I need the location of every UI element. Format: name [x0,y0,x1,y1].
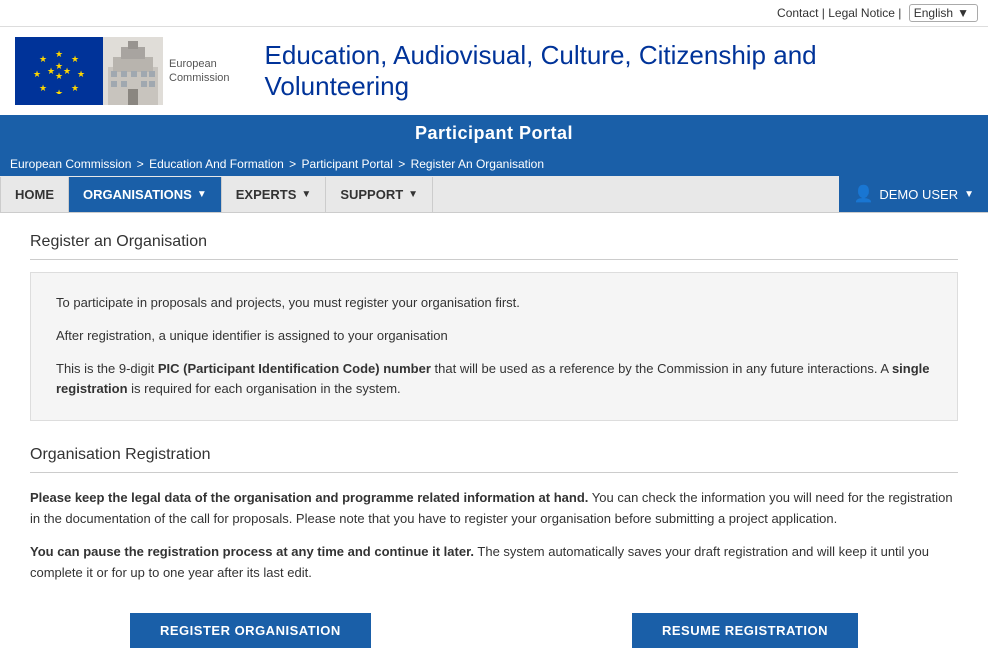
reg-para-2-bold: You can pause the registration process a… [30,544,474,559]
info-para-3-suffix: is required for each organisation in the… [128,381,401,396]
nav-home[interactable]: HOME [0,177,69,212]
separator-1: | [822,6,825,20]
logo-wrapper: ★ ★ ★ ★ ★ ★ ★ ★ ★ ★ ★ ★ [15,37,230,105]
chevron-down-icon: ▼ [301,189,311,200]
nav-experts-label: EXPERTS [236,187,297,202]
pic-bold: PIC (Participant Identification Code) nu… [158,361,431,376]
top-bar: Contact | Legal Notice | English ▼ [0,0,988,27]
header: ★ ★ ★ ★ ★ ★ ★ ★ ★ ★ ★ ★ [0,27,988,115]
main-content: Register an Organisation To participate … [0,213,988,668]
reg-text: Please keep the legal data of the organi… [30,488,958,583]
register-org-section: Register an Organisation To participate … [30,233,958,421]
svg-text:★: ★ [71,83,79,93]
site-title: Education, Audiovisual, Culture, Citizen… [265,40,968,102]
reg-para-2: You can pause the registration process a… [30,542,958,584]
info-para-3-middle: that will be used as a reference by the … [431,361,892,376]
language-selector[interactable]: English ▼ [909,4,978,22]
reg-para-1-bold: Please keep the legal data of the organi… [30,490,588,505]
svg-text:★: ★ [55,49,63,59]
svg-text:★: ★ [39,83,47,93]
info-para-3: This is the 9-digit PIC (Participant Ide… [56,359,932,401]
main-nav: HOME ORGANISATIONS ▼ EXPERTS ▼ SUPPORT ▼… [0,176,988,213]
nav-organisations-label: ORGANISATIONS [83,187,192,202]
breadcrumb-item-1[interactable]: Education And Formation [149,157,284,171]
chevron-down-icon: ▼ [197,189,207,200]
register-organisation-button[interactable]: REGISTER ORGANISATION [130,613,371,648]
breadcrumb-current: Register An Organisation [411,157,544,171]
nav-left: HOME ORGANISATIONS ▼ EXPERTS ▼ SUPPORT ▼ [0,177,839,212]
svg-text:★: ★ [63,66,71,76]
page-title: Register an Organisation [30,233,958,260]
reg-para-1: Please keep the legal data of the organi… [30,488,958,530]
portal-banner: Participant Portal [0,115,988,152]
org-registration-section: Organisation Registration Please keep th… [30,446,958,648]
svg-text:★: ★ [55,61,63,71]
separator-2: | [898,6,901,20]
ec-building-graphic [103,37,163,105]
user-icon: 👤 [853,184,873,204]
resume-registration-button[interactable]: RESUME REGISTRATION [632,613,858,648]
chevron-down-icon: ▼ [957,6,969,20]
info-para-2: After registration, a unique identifier … [56,326,932,347]
language-label: English [914,6,953,20]
breadcrumb-sep-1: > [289,157,299,171]
org-reg-title: Organisation Registration [30,446,958,473]
ec-text-block: European Commission [169,57,230,86]
contact-link[interactable]: Contact [777,6,818,20]
svg-text:★: ★ [77,69,85,79]
nav-support[interactable]: SUPPORT ▼ [326,177,433,212]
ec-name-line1: European [169,57,230,71]
chevron-down-icon: ▼ [408,189,418,200]
info-para-3-prefix: This is the 9-digit [56,361,158,376]
header-title-area: Education, Audiovisual, Culture, Citizen… [245,27,988,115]
nav-support-label: SUPPORT [340,187,403,202]
button-row: REGISTER ORGANISATION RESUME REGISTRATIO… [30,613,958,648]
info-para-1: To participate in proposals and projects… [56,293,932,314]
svg-text:★: ★ [55,88,63,94]
user-name: DEMO USER [879,187,958,202]
eu-flag: ★ ★ ★ ★ ★ ★ ★ ★ ★ ★ ★ ★ [15,37,103,105]
svg-text:★: ★ [39,54,47,64]
svg-text:★: ★ [33,69,41,79]
legal-notice-link[interactable]: Legal Notice [828,6,895,20]
svg-text:★: ★ [55,71,63,81]
nav-experts[interactable]: EXPERTS ▼ [222,177,327,212]
ec-name-line2: Commission [169,71,230,85]
svg-text:★: ★ [71,54,79,64]
chevron-down-icon: ▼ [964,189,974,200]
header-logo: ★ ★ ★ ★ ★ ★ ★ ★ ★ ★ ★ ★ [0,27,245,115]
svg-text:★: ★ [47,66,55,76]
breadcrumb-item-2[interactable]: Participant Portal [302,157,393,171]
user-menu[interactable]: 👤 DEMO USER ▼ [839,176,988,212]
breadcrumb-sep-2: > [398,157,408,171]
portal-name: Participant Portal [415,123,573,143]
info-box: To participate in proposals and projects… [30,272,958,421]
nav-organisations[interactable]: ORGANISATIONS ▼ [69,177,222,212]
breadcrumb-sep-0: > [137,157,147,171]
breadcrumb-item-0[interactable]: European Commission [10,157,131,171]
breadcrumb: European Commission > Education And Form… [0,152,988,176]
